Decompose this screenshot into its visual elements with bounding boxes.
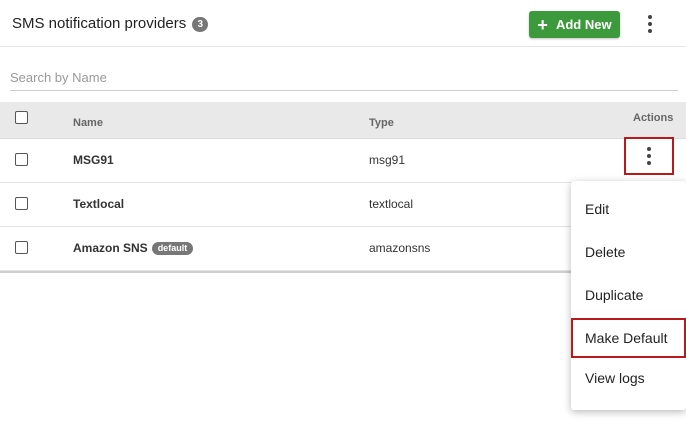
column-header-actions: Actions	[633, 112, 674, 124]
header-more-icon[interactable]	[647, 15, 653, 33]
provider-type: msg91	[369, 153, 406, 167]
menu-item-edit[interactable]: Edit	[571, 189, 686, 229]
row-actions-button[interactable]	[624, 137, 674, 175]
column-header-type[interactable]: Type	[369, 117, 394, 129]
table-row[interactable]: MSG91 msg91	[0, 139, 686, 183]
add-new-label: Add New	[555, 17, 612, 32]
page-title: SMS notification providers 3	[12, 15, 209, 32]
page-title-text: SMS notification providers	[12, 15, 187, 32]
provider-type: textlocal	[369, 197, 414, 211]
provider-name-cell: Amazon SNS default	[73, 241, 194, 255]
plus-icon: +	[537, 14, 548, 35]
row-checkbox[interactable]	[15, 197, 28, 210]
row-checkbox[interactable]	[15, 153, 28, 166]
provider-type: amazonsns	[369, 241, 431, 255]
default-badge: default	[151, 242, 194, 255]
column-header-name[interactable]: Name	[73, 117, 103, 129]
kebab-menu-icon	[646, 147, 652, 165]
menu-item-make-default[interactable]: Make Default	[571, 318, 686, 358]
row-checkbox[interactable]	[15, 241, 28, 254]
table-header: Name Type Actions	[0, 102, 686, 139]
select-all-checkbox[interactable]	[15, 111, 28, 124]
provider-name: MSG91	[73, 153, 114, 167]
page-header: SMS notification providers 3 + Add New	[0, 0, 686, 47]
count-badge: 3	[192, 17, 209, 32]
menu-item-delete[interactable]: Delete	[571, 232, 686, 272]
search-input[interactable]	[10, 64, 678, 91]
provider-name: Amazon SNS	[73, 241, 148, 255]
row-action-menu: Edit Delete Duplicate Make Default View …	[571, 181, 686, 410]
add-new-button[interactable]: + Add New	[529, 11, 620, 38]
menu-item-duplicate[interactable]: Duplicate	[571, 275, 686, 315]
provider-name: Textlocal	[73, 197, 125, 211]
menu-item-view-logs[interactable]: View logs	[571, 358, 686, 398]
